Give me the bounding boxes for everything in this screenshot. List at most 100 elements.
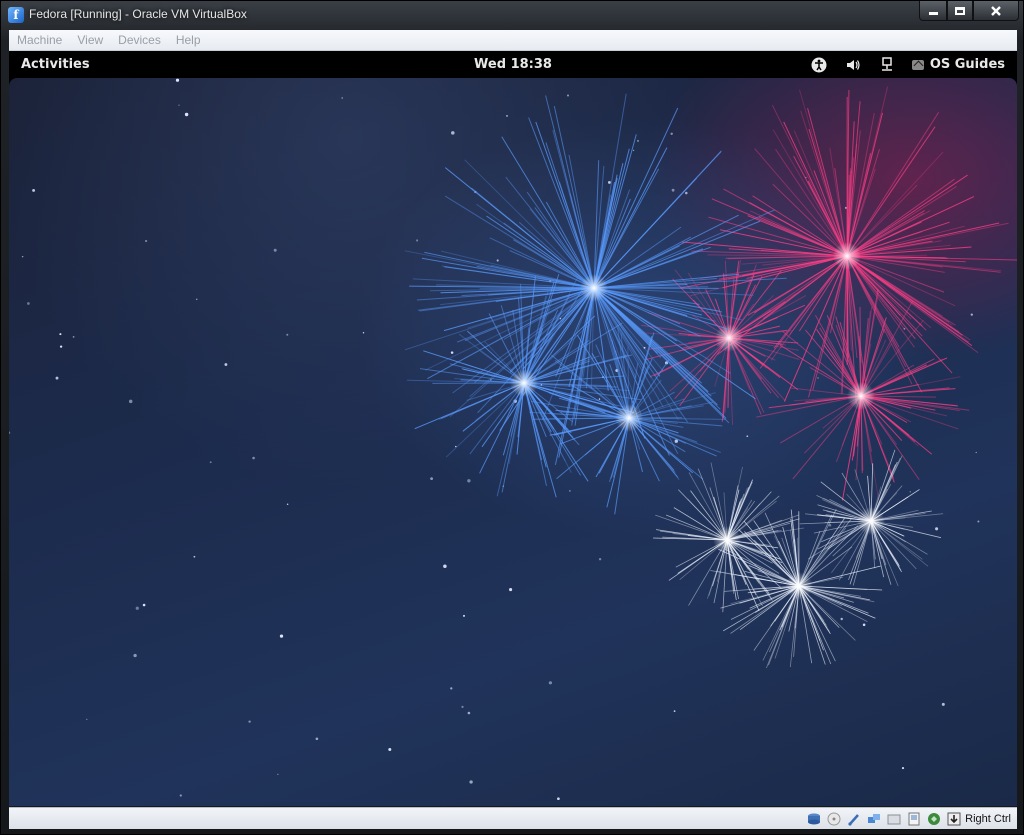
star	[548, 681, 553, 685]
star	[175, 78, 180, 82]
network-adapters-icon[interactable]	[866, 811, 882, 827]
star	[341, 97, 343, 99]
star	[746, 435, 749, 438]
star	[975, 451, 977, 454]
window-title: Fedora [Running] - Oracle VM VirtualBox	[29, 7, 247, 21]
close-icon	[991, 5, 1001, 16]
star	[598, 558, 602, 561]
star	[685, 191, 688, 195]
star	[461, 705, 464, 709]
star	[632, 149, 635, 152]
os-guides-extension[interactable]: OS Guides	[911, 57, 1005, 72]
star	[277, 773, 279, 775]
star	[27, 302, 30, 305]
star	[443, 564, 447, 568]
star	[224, 363, 228, 366]
star	[315, 737, 319, 741]
star	[196, 298, 198, 300]
virtualbox-window: f Fedora [Running] - Oracle VM VirtualBo…	[0, 0, 1024, 835]
star	[286, 333, 289, 336]
star	[21, 255, 24, 258]
network-icon[interactable]	[878, 56, 896, 74]
star	[467, 711, 471, 715]
system-tray: OS Guides	[810, 51, 1017, 78]
volume-icon[interactable]	[844, 56, 862, 74]
close-button[interactable]	[973, 1, 1019, 21]
menu-view[interactable]: View	[77, 33, 103, 47]
star	[9, 431, 11, 434]
fireworks-wallpaper	[9, 78, 1017, 801]
star	[970, 313, 973, 316]
star	[462, 614, 466, 617]
hard-disk-icon[interactable]	[806, 811, 822, 827]
star	[598, 398, 601, 400]
star	[941, 702, 945, 706]
star	[273, 248, 277, 252]
guest-display[interactable]: Activities Wed 18:38 OS Guides	[9, 51, 1017, 806]
star	[32, 188, 36, 192]
star	[496, 259, 499, 262]
star	[935, 527, 939, 531]
star	[86, 718, 88, 721]
star	[362, 332, 365, 334]
maximize-icon	[955, 6, 965, 15]
star	[636, 139, 640, 142]
star	[451, 131, 455, 135]
window-titlebar[interactable]: f Fedora [Running] - Oracle VM VirtualBo…	[1, 1, 1023, 29]
firework-burst	[799, 449, 944, 587]
star	[862, 623, 866, 627]
guest-additions-icon[interactable]	[926, 811, 942, 827]
desktop-background[interactable]	[9, 78, 1017, 806]
star	[178, 104, 180, 106]
star	[557, 797, 560, 801]
shared-folders-icon[interactable]	[886, 811, 902, 827]
menu-machine[interactable]: Machine	[17, 33, 62, 47]
star	[450, 687, 453, 690]
accessibility-icon[interactable]	[810, 56, 828, 74]
video-capture-icon[interactable]	[906, 811, 922, 827]
usb-icon[interactable]	[846, 811, 862, 827]
gnome-top-bar: Activities Wed 18:38 OS Guides	[9, 51, 1017, 78]
star	[670, 132, 673, 135]
menu-devices[interactable]: Devices	[118, 33, 161, 47]
star	[430, 477, 434, 481]
star	[142, 603, 146, 607]
star	[569, 490, 571, 492]
star	[133, 653, 137, 658]
star	[506, 114, 508, 117]
star	[184, 112, 189, 117]
star	[55, 376, 59, 380]
star	[416, 239, 419, 242]
star	[509, 588, 513, 592]
star	[128, 399, 133, 404]
star	[209, 461, 212, 464]
star	[469, 780, 473, 784]
minimize-button[interactable]	[919, 1, 947, 21]
firework-burst	[653, 462, 805, 613]
keyboard-capture-icon[interactable]	[946, 811, 962, 827]
star	[59, 345, 63, 348]
star	[607, 180, 611, 184]
minimize-icon	[928, 12, 938, 15]
star	[840, 617, 843, 621]
os-guides-label: OS Guides	[929, 57, 1005, 72]
maximize-button[interactable]	[947, 1, 973, 21]
optical-drive-icon[interactable]	[826, 811, 842, 827]
star	[671, 188, 675, 192]
tag-icon	[911, 59, 924, 70]
star	[286, 503, 289, 505]
vm-statusbar: Right Ctrl	[9, 807, 1017, 829]
star	[673, 710, 676, 712]
star	[977, 520, 980, 523]
window-controls	[919, 1, 1019, 21]
star	[909, 491, 911, 493]
host-key-label: Right Ctrl	[965, 812, 1011, 825]
star	[450, 351, 454, 354]
vm-menubar: Machine View Devices Help	[9, 30, 1017, 51]
menu-help[interactable]: Help	[176, 33, 201, 47]
star	[59, 333, 62, 336]
star	[144, 239, 148, 243]
star	[72, 336, 75, 338]
star	[388, 748, 392, 751]
star	[467, 479, 471, 483]
